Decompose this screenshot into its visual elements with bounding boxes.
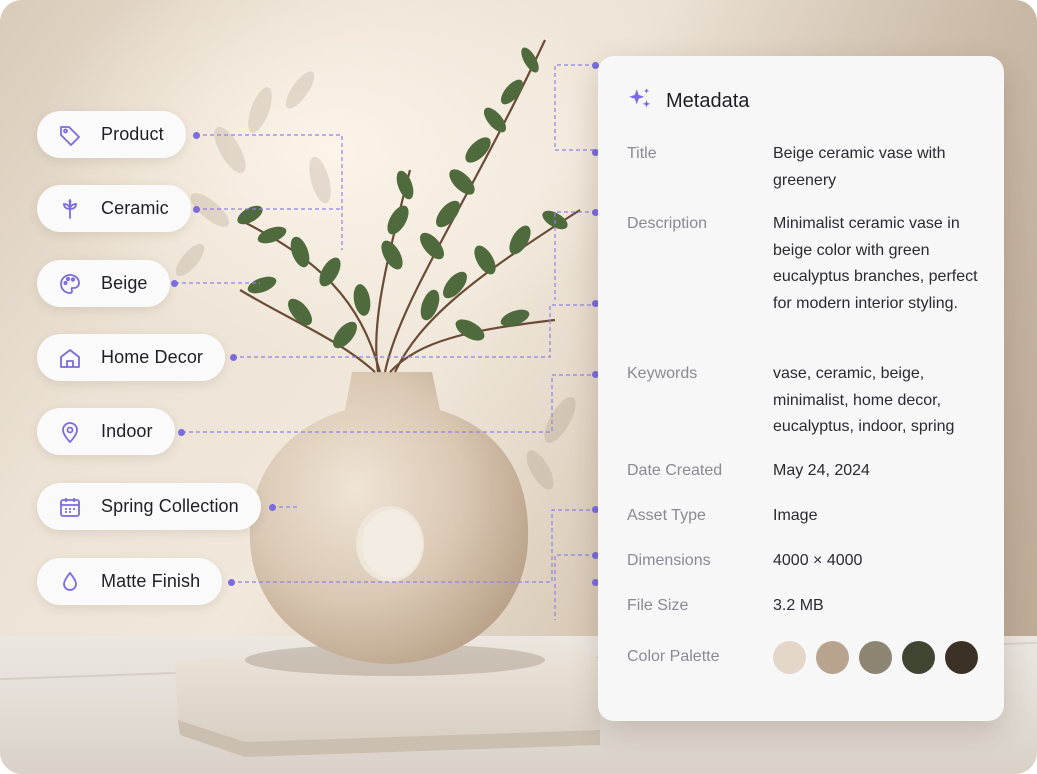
tag-home-decor[interactable]: Home Decor [37, 334, 226, 381]
tag-label: Beige [101, 273, 148, 293]
field-label: Asset Type [627, 507, 706, 524]
tag-ceramic[interactable]: Ceramic [37, 185, 191, 232]
metadata-title: Metadata [666, 90, 750, 112]
metadata-row-date-created: Date Created May 24, 2024 [627, 458, 987, 485]
metadata-row-asset-type: Asset Type Image [627, 503, 987, 530]
metadata-row-description: Description Minimalist ceramic vase in b… [627, 211, 987, 317]
field-value: Image [773, 507, 818, 524]
field-label: Title [627, 145, 657, 162]
metadata-row-color-palette: Color Palette [627, 641, 987, 674]
tag-label: Matte Finish [101, 571, 201, 591]
tag-indoor[interactable]: Indoor [37, 408, 175, 455]
sparkles-icon [627, 86, 653, 117]
tag-icon [57, 122, 83, 148]
palette-icon [57, 271, 83, 297]
image-canvas: Product Ceramic Beige Home Decor Indoor … [0, 0, 1037, 774]
field-label: Color Palette [627, 648, 720, 666]
field-value: Minimalist ceramic vase in beige color w… [773, 215, 978, 312]
color-swatch[interactable] [902, 641, 935, 674]
tag-label: Home Decor [101, 347, 204, 367]
field-value: 3.2 MB [773, 597, 824, 614]
metadata-row-title: Title Beige ceramic vase with greenery [627, 141, 987, 194]
metadata-panel: Metadata Title Beige ceramic vase with g… [598, 56, 1004, 721]
tag-matte-finish[interactable]: Matte Finish [37, 558, 223, 605]
metadata-row-dimensions: Dimensions 4000 × 4000 [627, 548, 987, 575]
tag-spring-collection[interactable]: Spring Collection [37, 483, 261, 530]
field-label: Dimensions [627, 552, 711, 569]
tag-beige[interactable]: Beige [37, 260, 170, 307]
field-value: Beige ceramic vase with greenery [773, 145, 946, 189]
calendar-icon [57, 494, 83, 520]
metadata-row-file-size: File Size 3.2 MB [627, 593, 987, 620]
metadata-row-keywords: Keywords vase, ceramic, beige, minimalis… [627, 361, 987, 441]
field-value: May 24, 2024 [773, 462, 870, 479]
color-swatch[interactable] [816, 641, 849, 674]
tag-label: Product [101, 124, 164, 144]
sprout-icon [57, 196, 83, 222]
tag-product[interactable]: Product [37, 111, 186, 158]
color-palette-swatches [773, 641, 983, 674]
field-value: vase, ceramic, beige, minimalist, home d… [773, 365, 955, 435]
color-swatch[interactable] [945, 641, 978, 674]
tag-label: Indoor [101, 421, 153, 441]
metadata-header: Metadata [627, 86, 749, 117]
droplet-icon [57, 569, 83, 595]
field-value: 4000 × 4000 [773, 552, 863, 569]
tag-label: Ceramic [101, 198, 169, 218]
home-icon [57, 345, 83, 371]
location-pin-icon [57, 419, 83, 445]
color-swatch[interactable] [859, 641, 892, 674]
color-swatch[interactable] [773, 641, 806, 674]
field-label: Keywords [627, 365, 698, 382]
tag-label: Spring Collection [101, 496, 239, 516]
field-label: File Size [627, 597, 689, 614]
field-label: Description [627, 215, 708, 232]
field-label: Date Created [627, 462, 723, 479]
